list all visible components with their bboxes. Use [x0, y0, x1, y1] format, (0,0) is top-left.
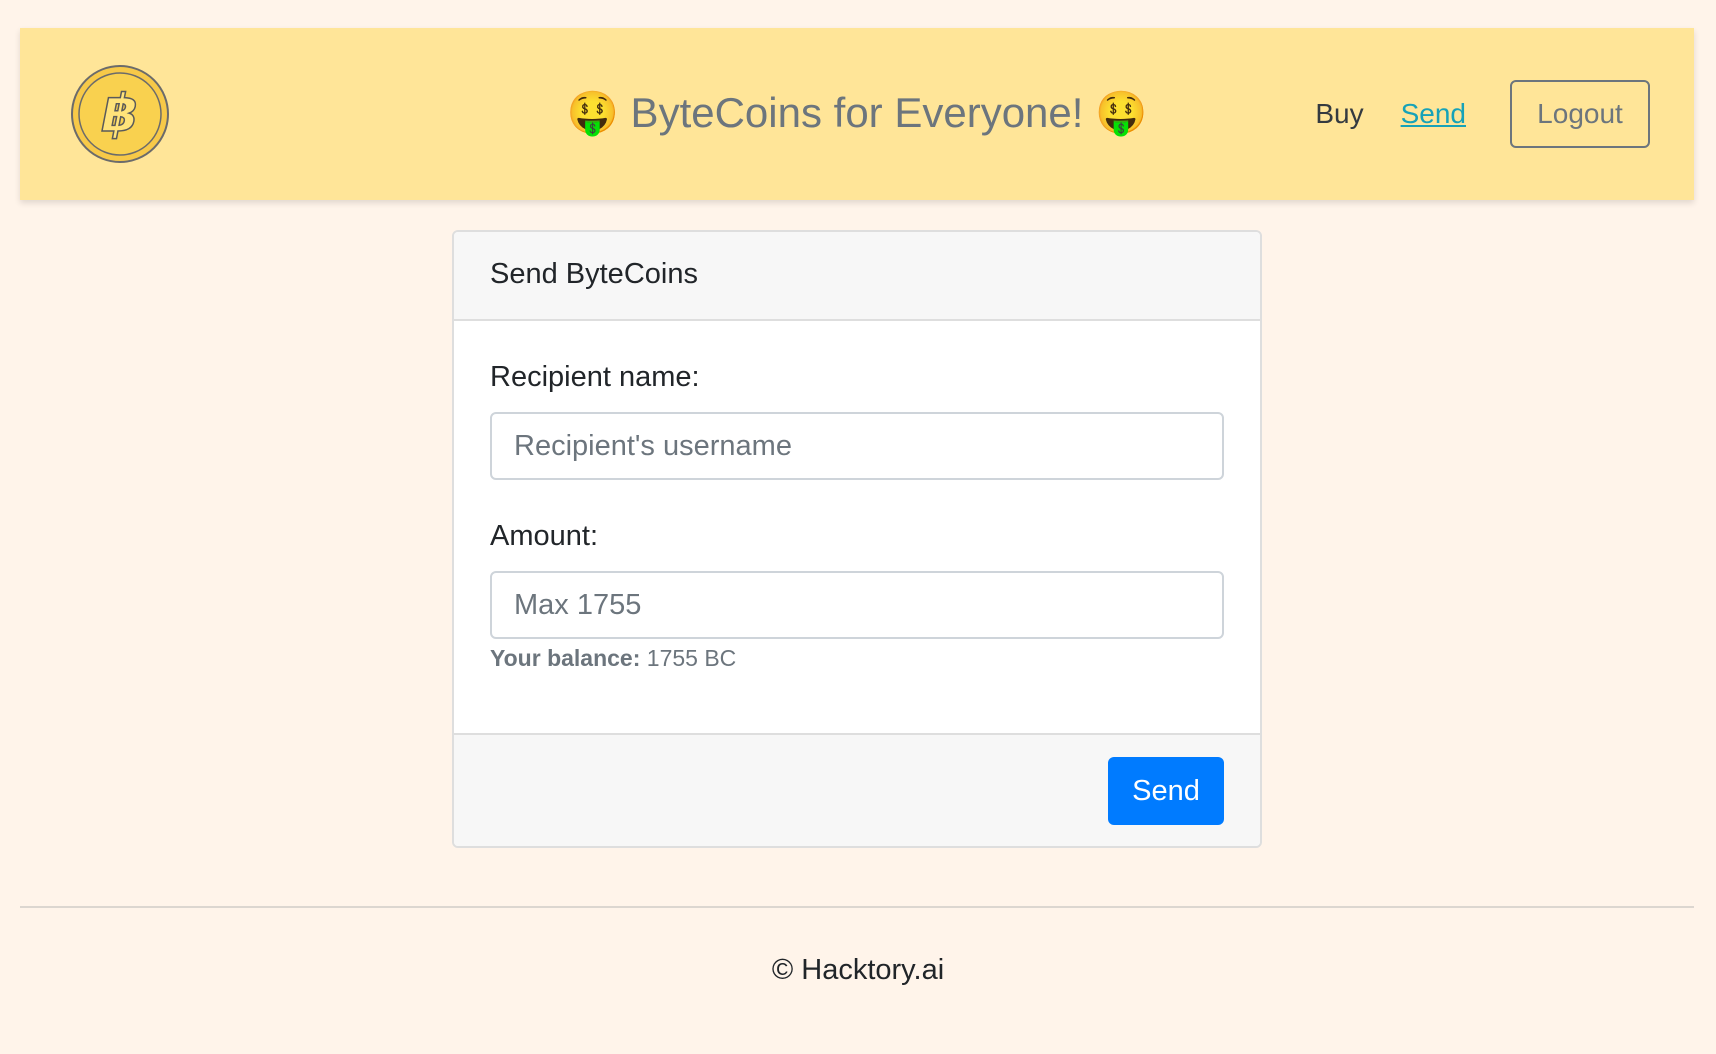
logout-button[interactable]: Logout: [1510, 80, 1650, 148]
amount-input[interactable]: [490, 571, 1224, 639]
card-title: Send ByteCoins: [454, 232, 1260, 321]
copyright-text: © Hacktory.ai: [771, 954, 945, 986]
nav-send-link[interactable]: Send: [1401, 98, 1466, 130]
amount-label: Amount:: [490, 520, 598, 552]
send-form-card: Send ByteCoins Recipient name: Amount: Y…: [452, 230, 1262, 848]
nav-menu: Buy Send Logout: [1315, 80, 1650, 148]
top-navbar: ฿ 🤑 ByteCoins for Everyone! 🤑 Buy Send L…: [20, 28, 1694, 200]
card-footer: Send: [454, 733, 1260, 846]
card-body: Recipient name: Amount: Your balance: 17…: [454, 321, 1260, 733]
nav-buy-link[interactable]: Buy: [1315, 98, 1363, 130]
balance-value: 1755 BC: [646, 645, 737, 671]
recipient-input[interactable]: [490, 412, 1224, 480]
recipient-label: Recipient name:: [490, 361, 700, 393]
footer-divider: [20, 906, 1694, 908]
balance-text: Your balance: 1755 BC: [490, 645, 1224, 672]
balance-label: Your balance:: [490, 645, 641, 671]
page: ฿ 🤑 ByteCoins for Everyone! 🤑 Buy Send L…: [0, 0, 1716, 1054]
send-button[interactable]: Send: [1108, 757, 1224, 825]
